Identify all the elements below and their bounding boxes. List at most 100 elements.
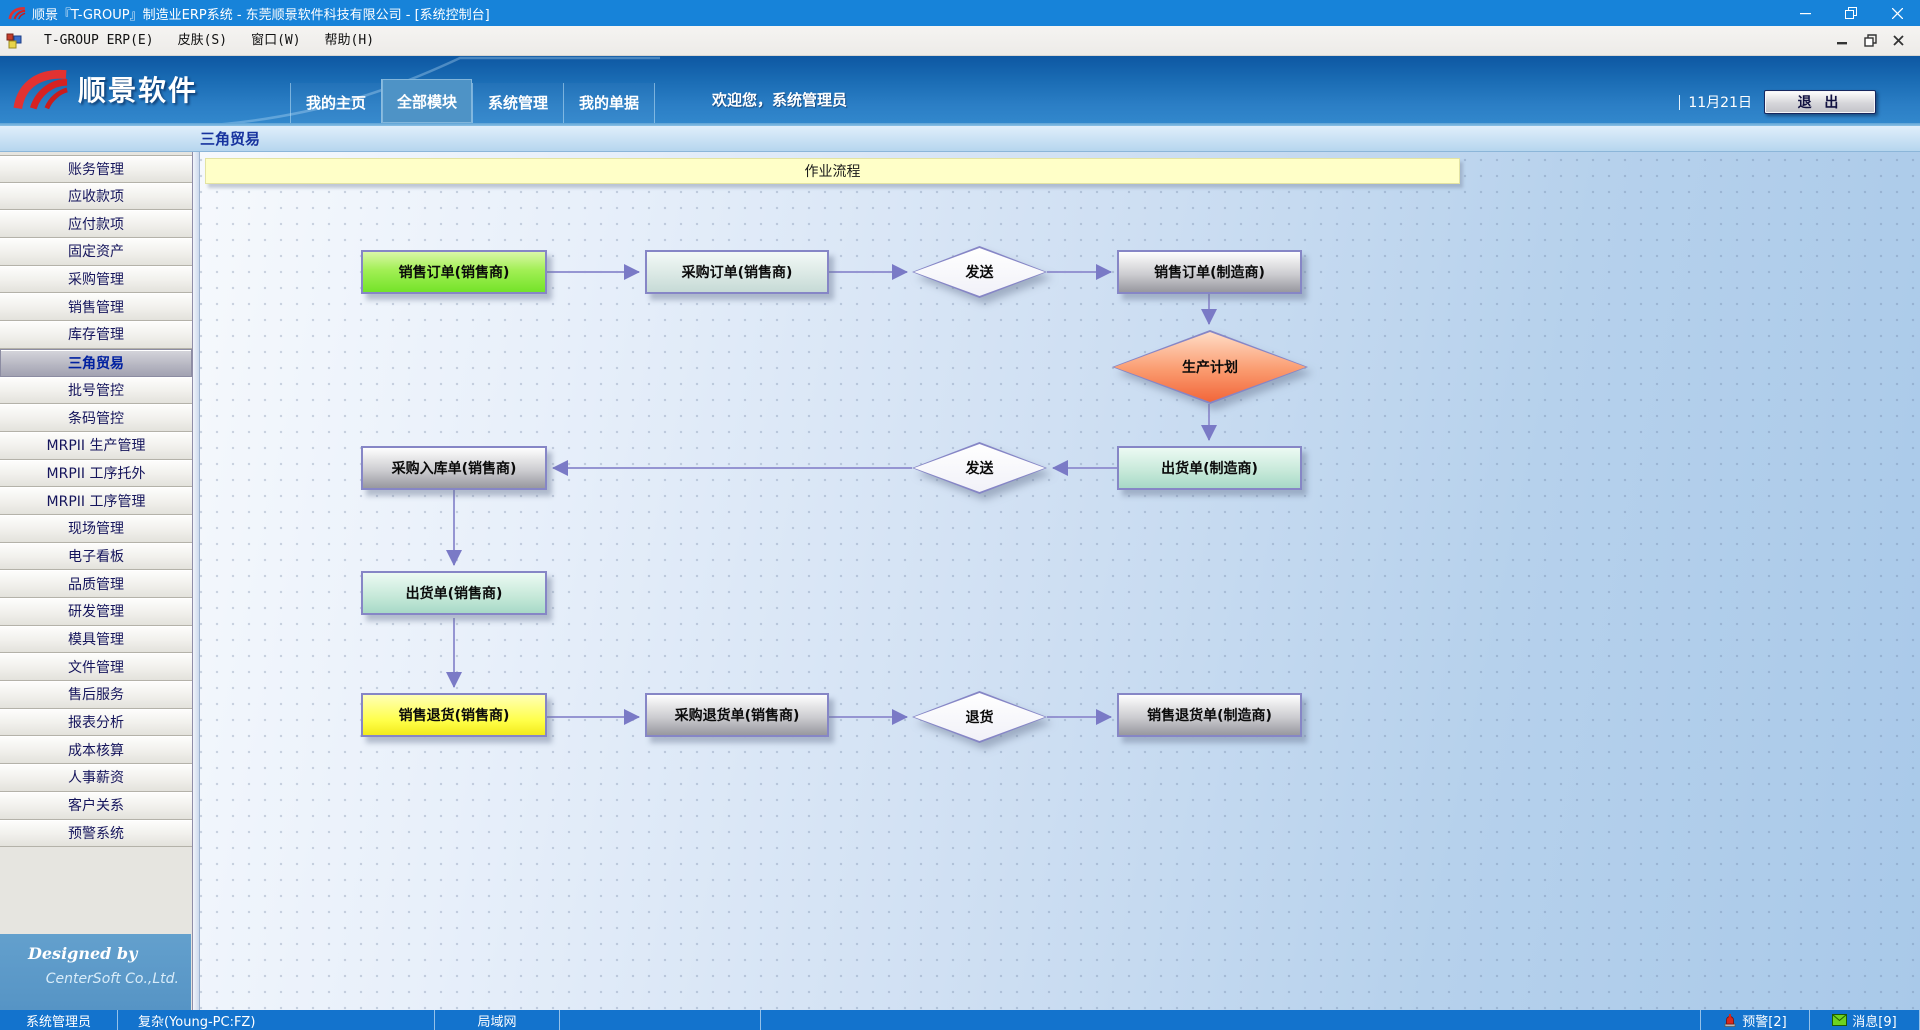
status-network: 局域网 [435, 1010, 560, 1030]
flow-node-sr_seller[interactable]: 销售退货(销售商) [361, 693, 547, 737]
sidebar-footer: Designed by CenterSoft Co.,Ltd. [0, 934, 191, 1010]
tab-bar: 我的主页全部模块系统管理我的单据 [290, 79, 655, 123]
window-title: 顺景『T-GROUP』制造业ERP系统 - 东莞顺景软件科技有限公司 - [系统… [32, 4, 1782, 23]
sidebar-item[interactable]: 文件管理 [0, 653, 192, 681]
flow-node-pr_seller[interactable]: 采购退货单(销售商) [645, 693, 829, 737]
flow-node-send1[interactable]: 发送 [912, 246, 1047, 298]
date-display: 11月21日 [1679, 92, 1752, 112]
flowchart-panel: 作业流程 [193, 152, 1920, 1010]
mdi-close-button[interactable] [1884, 29, 1912, 53]
window-minimize-button[interactable] [1782, 0, 1828, 26]
sidebar-item[interactable]: 报表分析 [0, 709, 192, 737]
restore-icon [1845, 7, 1857, 19]
minimize-icon [1837, 35, 1848, 46]
messages-label: 消息[9] [1852, 1011, 1896, 1030]
current-date: 11月21日 [1688, 92, 1752, 112]
flow-node-prod_plan[interactable]: 生产计划 [1112, 330, 1308, 404]
sidebar-item[interactable]: 预警系统 [0, 820, 192, 848]
flow-node-send2[interactable]: 发送 [912, 442, 1047, 494]
window-restore-button[interactable] [1828, 0, 1874, 26]
flow-nodes: 销售订单(销售商) 采购订单(销售商) 发送 销售订单(制造商) 生产计划出货单(制造商… [193, 152, 1920, 1010]
welcome-message: 欢迎您，系统管理员 [712, 89, 847, 110]
window-titlebar: 顺景『T-GROUP』制造业ERP系统 - 东莞顺景软件科技有限公司 - [系统… [0, 0, 1920, 26]
flow-node-label: 发送 [912, 246, 1047, 298]
sidebar-item[interactable]: MRPII 生产管理 [0, 432, 192, 460]
sidebar-item[interactable]: MRPII 工序托外 [0, 460, 192, 488]
application-window: 顺景『T-GROUP』制造业ERP系统 - 东莞顺景软件科技有限公司 - [系统… [0, 0, 1920, 1030]
flow-node-label: 生产计划 [1112, 330, 1308, 404]
breadcrumb-band: 三角贸易 [0, 126, 1920, 152]
module-sidebar: 账务管理应收款项应付款项固定资产采购管理销售管理库存管理三角贸易批号管控条码管控… [0, 152, 193, 1010]
flow-node-label: 发送 [912, 442, 1047, 494]
sidebar-item[interactable]: 库存管理 [0, 321, 192, 349]
date-separator [1679, 95, 1680, 110]
sidebar-item[interactable]: 销售管理 [0, 293, 192, 321]
sidebar-item[interactable]: 成本核算 [0, 736, 192, 764]
sidebar-item[interactable]: 采购管理 [0, 266, 192, 294]
header-tab[interactable]: 我的单据 [563, 83, 655, 123]
status-empty-cell [560, 1010, 761, 1030]
flow-node-so_mfr[interactable]: 销售订单(制造商) [1117, 250, 1302, 294]
restore-icon [1864, 34, 1877, 47]
close-icon [1893, 35, 1904, 46]
sidebar-item[interactable]: 品质管理 [0, 570, 192, 598]
sidebar-item[interactable]: 批号管控 [0, 377, 192, 405]
status-user: 系统管理员 [0, 1010, 118, 1030]
status-messages[interactable]: 消息[9] [1810, 1010, 1920, 1030]
menu-item[interactable]: T-GROUP ERP(E) [32, 26, 166, 56]
status-alerts[interactable]: 预警[2] [1700, 1010, 1810, 1030]
brand-logo-icon [12, 66, 70, 112]
sidebar-item[interactable]: 电子看板 [0, 543, 192, 571]
app-header: 顺景软件 我的主页全部模块系统管理我的单据 欢迎您，系统管理员 11月21日 退… [0, 56, 1920, 126]
exit-button[interactable]: 退 出 [1764, 90, 1876, 114]
app-logo-icon [8, 5, 26, 21]
close-icon [1892, 8, 1903, 19]
vendor-name-text: CenterSoft Co.,Ltd. [0, 971, 191, 987]
status-host: 复杂(Young-PC:FZ) [118, 1010, 435, 1030]
window-close-button[interactable] [1874, 0, 1920, 26]
sidebar-item[interactable]: 人事薪资 [0, 764, 192, 792]
flow-node-label: 退货 [912, 691, 1047, 743]
flow-node-srn_mfr[interactable]: 销售退货单(制造商) [1117, 693, 1302, 737]
flow-node-so_seller[interactable]: 销售订单(销售商) [361, 250, 547, 294]
sidebar-item[interactable]: 账务管理 [0, 155, 192, 183]
sidebar-item[interactable]: 固定资产 [0, 238, 192, 266]
header-tab[interactable]: 系统管理 [472, 83, 563, 123]
alerts-label: 预警[2] [1742, 1011, 1786, 1030]
sidebar-item[interactable]: 条码管控 [0, 404, 192, 432]
header-tab[interactable]: 全部模块 [381, 79, 472, 123]
breadcrumb: 三角贸易 [200, 128, 260, 149]
designed-by-text: Designed by [0, 944, 191, 963]
menu-item[interactable]: 窗口(W) [239, 26, 312, 56]
sidebar-item[interactable]: 现场管理 [0, 515, 192, 543]
header-tab[interactable]: 我的主页 [290, 83, 381, 123]
flow-node-return_d[interactable]: 退货 [912, 691, 1047, 743]
mdi-form-icon [6, 33, 22, 49]
menu-item[interactable]: 帮助(H) [313, 26, 386, 56]
menu-item[interactable]: 皮肤(S) [166, 26, 239, 56]
flow-node-pi_seller[interactable]: 采购入库单(销售商) [361, 446, 547, 490]
status-spacer [761, 1010, 1700, 1030]
sidebar-item[interactable]: MRPII 工序管理 [0, 487, 192, 515]
flow-node-po_seller[interactable]: 采购订单(销售商) [645, 250, 829, 294]
mdi-restore-button[interactable] [1856, 29, 1884, 53]
status-bar: 系统管理员 复杂(Young-PC:FZ) 局域网 预警[2] 消息[9] [0, 1010, 1920, 1030]
sidebar-item[interactable]: 研发管理 [0, 598, 192, 626]
sidebar-item[interactable]: 三角贸易 [0, 349, 192, 377]
brand-logo-text: 顺景软件 [78, 69, 198, 109]
flow-node-ship_seller[interactable]: 出货单(销售商) [361, 571, 547, 615]
brand: 顺景软件 [12, 66, 198, 112]
main-area: 账务管理应收款项应付款项固定资产采购管理销售管理库存管理三角贸易批号管控条码管控… [0, 152, 1920, 1010]
alert-icon [1723, 1013, 1737, 1027]
mdi-minimize-button[interactable] [1828, 29, 1856, 53]
sidebar-list: 账务管理应收款项应付款项固定资产采购管理销售管理库存管理三角贸易批号管控条码管控… [0, 152, 192, 847]
sidebar-item[interactable]: 应收款项 [0, 183, 192, 211]
sidebar-item[interactable]: 模具管理 [0, 626, 192, 654]
menu-bar: T-GROUP ERP(E)皮肤(S)窗口(W)帮助(H) [0, 26, 1920, 56]
sidebar-item[interactable]: 客户关系 [0, 792, 192, 820]
sidebar-item[interactable]: 售后服务 [0, 681, 192, 709]
flow-node-ship_mfr[interactable]: 出货单(制造商) [1117, 446, 1302, 490]
minimize-icon [1800, 8, 1811, 19]
sidebar-item[interactable]: 应付款项 [0, 210, 192, 238]
message-icon [1832, 1014, 1847, 1026]
